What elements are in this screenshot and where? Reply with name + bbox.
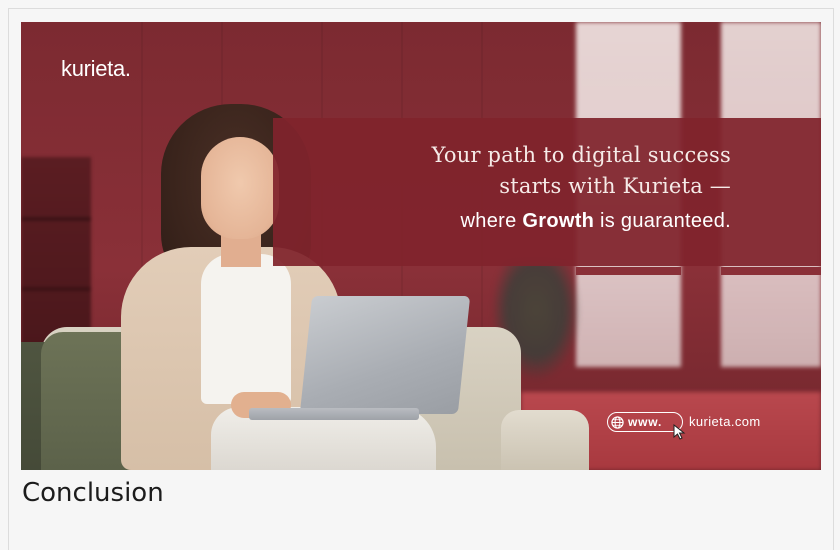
sofa-arm-right [501,410,589,470]
shelf-board [21,217,91,221]
url-domain: kurieta.com [689,414,761,429]
window-frame [576,267,681,275]
laptop [299,296,471,414]
woman-face [201,137,279,239]
headline-text: Your path to digital success starts with… [431,143,731,198]
subline-text: where Growth is guaranteed. [291,210,731,233]
brand-logo: kurieta. [61,56,131,81]
promo-banner-image: Your path to digital success starts with… [21,22,821,470]
shelf-board [21,287,91,291]
subline-suffix: is guaranteed. [594,210,731,232]
subline-emphasis: Growth [522,210,595,232]
url-prefix: www. [628,415,663,429]
url-pill: www. [607,412,683,432]
window-frame [721,267,821,275]
woman-shirt [201,254,291,404]
section-heading: Conclusion [22,478,164,508]
laptop-base [249,408,419,420]
subline-prefix: where [460,210,523,232]
globe-icon [611,415,624,429]
cursor-icon [673,424,686,440]
headline-panel: Your path to digital success starts with… [273,118,821,266]
